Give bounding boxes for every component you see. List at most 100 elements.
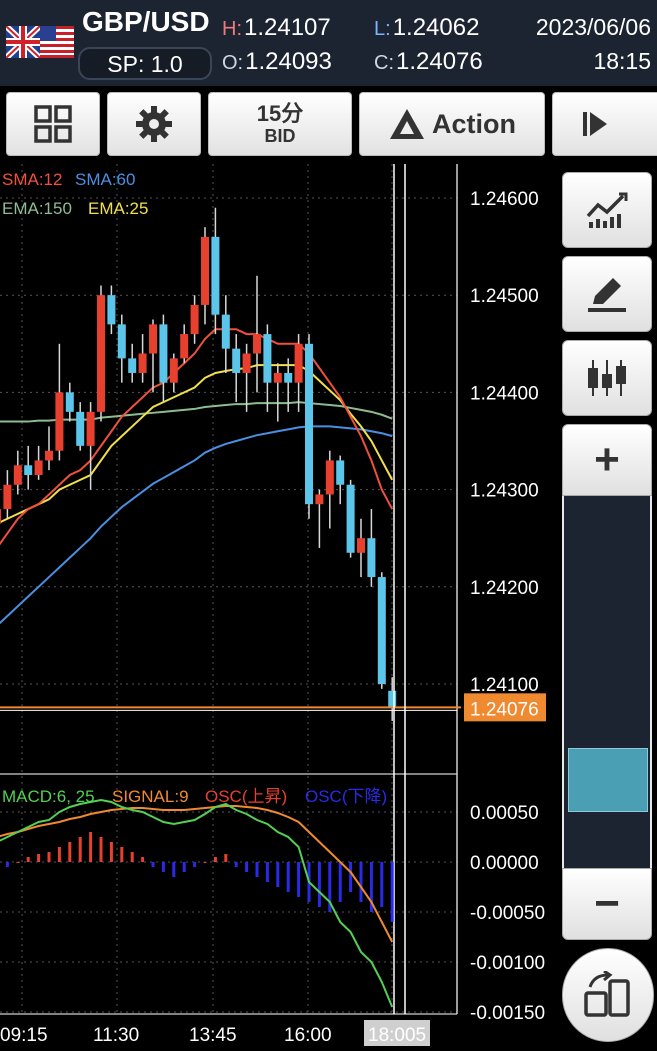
time-tick-label: 09:15 <box>0 1025 48 1046</box>
candle-body <box>284 372 293 383</box>
low-quote: L:1.24062 <box>374 14 479 42</box>
osc-bar <box>245 862 249 872</box>
candle-body <box>253 334 261 354</box>
osc-bar <box>265 862 269 882</box>
osc-bar <box>99 837 103 862</box>
candle-body <box>294 343 303 383</box>
action-button[interactable]: Action <box>359 92 545 156</box>
candle-body <box>242 353 251 373</box>
rotate-screen-button[interactable] <box>562 948 654 1042</box>
osc-bar <box>255 862 259 877</box>
price-tick-label: 1.24500 <box>470 286 539 307</box>
spread-display: SP: 1.0 <box>78 47 212 80</box>
price-legend-item: SMA:12 <box>2 170 62 189</box>
osc-bar <box>390 862 394 922</box>
candle-body <box>232 348 241 373</box>
candle-body <box>201 236 209 305</box>
price-chart[interactable]: 1.24600 1.24500 1.24400 1.24300 1.24200 1.241… <box>0 164 560 1051</box>
price-type-label: BID <box>264 125 296 146</box>
chart-type-button[interactable] <box>562 340 652 416</box>
osc-bar <box>57 847 61 862</box>
candle-body <box>138 353 147 373</box>
minus-icon: − <box>594 879 620 928</box>
osc-bar <box>317 862 321 907</box>
draw-button[interactable] <box>562 256 652 332</box>
candle-body <box>24 465 33 476</box>
osc-bar <box>130 852 134 862</box>
candle-body <box>3 484 12 510</box>
close-quote: C:1.24076 <box>374 48 483 76</box>
play-step-icon <box>583 112 607 136</box>
candle-body <box>388 690 397 708</box>
candle-body <box>180 334 189 359</box>
macd-tick-label: -0.00100 <box>470 953 545 974</box>
warning-triangle-icon <box>390 109 424 139</box>
settings-button[interactable] <box>107 92 201 156</box>
chart-toolbar: 15分 BID Action <box>0 86 657 164</box>
osc-bar <box>47 852 51 862</box>
candle-body <box>211 236 220 315</box>
osc-bar <box>182 862 186 872</box>
time-tick-label: 16:00 <box>284 1025 332 1046</box>
candle-body <box>34 460 43 476</box>
gb-us-flag-icon <box>6 26 74 58</box>
candle-body <box>169 358 178 383</box>
candle-body <box>117 324 126 359</box>
close-label: C: <box>374 52 394 74</box>
time-cursor-label: 18:005 <box>368 1025 426 1046</box>
action-label: Action <box>432 108 516 139</box>
macd-tick-label: -0.00150 <box>470 1003 545 1024</box>
zoom-slider[interactable] <box>562 496 652 868</box>
price-tick-label: 1.24400 <box>470 383 539 404</box>
zoom-in-button[interactable]: + <box>562 424 652 496</box>
candle-body <box>377 577 386 684</box>
osc-bar <box>120 847 124 862</box>
current-price-tag-label: 1.24076 <box>470 699 539 720</box>
osc-bar <box>338 862 342 902</box>
gear-icon <box>136 106 172 142</box>
timeframe-button[interactable]: 15分 BID <box>208 92 352 156</box>
layout-button[interactable] <box>6 92 100 156</box>
price-tick-label: 1.24600 <box>470 189 539 210</box>
candle-body <box>97 295 105 412</box>
open-value: 1.24093 <box>245 48 332 75</box>
time-tick-label: 13:45 <box>189 1025 237 1046</box>
osc-bar <box>16 862 20 863</box>
candle-body <box>13 465 22 485</box>
osc-bar <box>276 862 280 887</box>
candle-body <box>55 392 64 451</box>
candle-body <box>76 411 85 446</box>
quote-date: 2023/06/06 <box>535 14 651 40</box>
low-value: 1.24062 <box>392 14 480 41</box>
zoom-out-button[interactable]: − <box>562 868 652 940</box>
candle-body <box>346 484 355 553</box>
timeframe-label: 15分 <box>256 100 304 126</box>
osc-bar <box>109 842 113 862</box>
candle-body <box>107 295 116 325</box>
close-value: 1.24076 <box>396 48 483 75</box>
osc-bar <box>141 857 145 862</box>
osc-bar <box>359 862 363 902</box>
candle-body <box>263 334 272 383</box>
macd-tick-label: -0.00050 <box>470 903 545 924</box>
zoom-slider-thumb[interactable] <box>568 748 648 812</box>
candle-body <box>0 509 1 524</box>
indicator-button[interactable] <box>562 172 652 248</box>
time-tick-label: 11:30 <box>93 1025 139 1046</box>
candle-body <box>305 343 313 505</box>
quote-header: GBP/USD SP: 1.0 H:1.24107 O:1.24093 L:1.… <box>0 0 657 86</box>
macd-tick-label: 0.00050 <box>470 803 539 824</box>
currency-pair[interactable]: GBP/USD <box>82 6 210 38</box>
grid-icon <box>34 105 72 143</box>
osc-bar <box>68 842 72 862</box>
osc-bar <box>349 862 353 892</box>
line-chart-icon <box>586 192 628 228</box>
candle-body <box>367 538 376 578</box>
plus-icon: + <box>594 435 620 484</box>
candle-body <box>273 372 282 383</box>
next-button[interactable] <box>552 92 657 156</box>
macd-legend-item: SIGNAL:9 <box>112 787 189 806</box>
osc-bar <box>78 837 82 862</box>
osc-bar <box>224 854 228 862</box>
price-tick-label: 1.24300 <box>470 481 539 502</box>
